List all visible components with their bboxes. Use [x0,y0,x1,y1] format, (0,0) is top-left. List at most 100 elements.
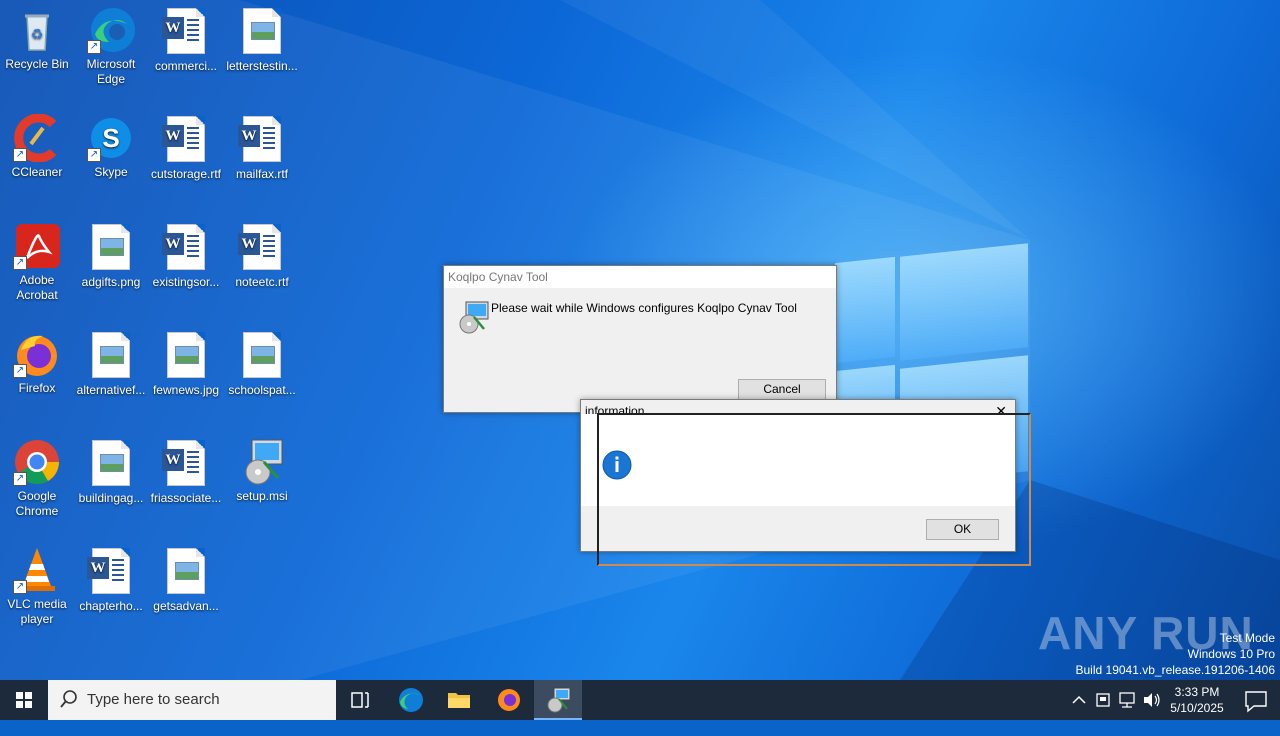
desktop-icon-commerci[interactable]: W commerci... [149,6,223,74]
image-file-icon [162,548,210,596]
show-hidden-icons[interactable] [1068,680,1090,720]
desktop-icon-firefox[interactable]: ↗ Firefox [0,330,74,396]
edge-icon: ↗ [87,6,135,54]
chrome-icon: ↗ [13,438,61,486]
icon-label: Google Chrome [15,489,59,518]
icon-label: buildingag... [78,491,144,505]
icon-label: existingsor... [152,275,220,289]
shortcut-arrow-icon: ↗ [87,148,101,162]
taskbar-edge[interactable] [388,680,434,720]
installer-message: Please wait while Windows configures Koq… [491,301,797,315]
icon-label: letterstestin... [226,59,298,73]
icon-label: cutstorage.rtf [150,167,222,181]
firefox-icon: ↗ [13,330,61,378]
network-icon [1119,692,1135,708]
task-view-icon [351,692,369,708]
desktop-icon-friassociate[interactable]: W friassociate... [149,438,223,506]
desktop-icon-skype[interactable]: S ↗ Skype [74,114,148,180]
word-document-icon: W [162,116,210,164]
notification-icon [1245,691,1267,713]
icon-label: adgifts.png [81,275,141,289]
installer-dialog-title[interactable]: Koqlpo Cynav Tool [444,266,836,288]
desktop-icon-ccleaner[interactable]: ↗ CCleaner [0,113,74,180]
desktop-icon-fewnews[interactable]: fewnews.jpg [149,330,223,398]
desktop-icon-microsoft-edge[interactable]: ↗ Microsoft Edge [74,6,148,87]
word-document-icon: W [87,548,135,596]
desktop-icon-setup-msi[interactable]: setup.msi [225,438,299,504]
desktop: ♻ Recycle Bin ↗ Microsoft Edge W commerc… [0,0,1280,680]
desktop-icon-cutstorage[interactable]: W cutstorage.rtf [149,114,223,182]
desktop-icon-chapterho[interactable]: W chapterho... [74,546,148,614]
desktop-icon-adgifts[interactable]: adgifts.png [74,222,148,290]
adobe-acrobat-icon: ↗ [13,222,61,270]
word-document-icon: W [238,224,286,272]
taskbar-file-explorer[interactable] [436,680,482,720]
clock-date: 5/10/2025 [1170,701,1224,715]
icon-label: commerci... [154,59,217,73]
ccleaner-icon: ↗ [13,113,61,163]
taskbar-search-box[interactable]: Type here to search [48,680,336,720]
edge-icon [399,688,423,712]
taskbar: Type here to search 3:33 PM 5/10/2025 [0,680,1280,720]
taskbar-firefox[interactable] [486,680,532,720]
ok-button[interactable]: OK [926,519,999,540]
desktop-icon-google-chrome[interactable]: ↗ Google Chrome [0,438,74,519]
icon-label: chapterho... [79,599,143,613]
desktop-icon-adobe-acrobat[interactable]: ↗ Adobe Acrobat [0,222,74,303]
installer-icon [456,301,490,335]
taskbar-installer-active[interactable] [534,680,582,720]
info-icon [602,450,632,480]
icon-label: CCleaner [11,165,63,179]
desktop-icon-recycle-bin[interactable]: ♻ Recycle Bin [0,6,74,72]
shortcut-arrow-icon: ↗ [13,148,27,162]
desktop-icon-existingsor[interactable]: W existingsor... [149,222,223,290]
watermark-line2: Windows 10 Pro [1187,647,1275,661]
image-file-icon [162,332,210,380]
vlc-cone-icon: ↗ [13,546,61,594]
desktop-icon-vlc[interactable]: ↗ VLC media player [0,546,74,627]
watermark-line1: Test Mode [1219,631,1275,645]
icon-label: Firefox [18,381,56,395]
svg-text:S: S [102,123,119,153]
tray-clock[interactable]: 3:33 PM 5/10/2025 [1164,680,1230,720]
desktop-icon-alternativef[interactable]: alternativef... [74,330,148,398]
icon-label: schoolspat... [228,383,296,397]
icon-label: noteetc.rtf [235,275,289,289]
folder-icon [448,693,470,708]
image-file-icon [87,224,135,272]
firefox-icon [498,689,520,711]
action-center-button[interactable] [1232,680,1280,720]
chevron-up-icon [1072,695,1086,704]
desktop-icon-schoolspat[interactable]: schoolspat... [225,330,299,398]
image-file-icon [87,332,135,380]
recycle-bin-icon: ♻ [13,6,61,54]
icon-label: Skype [94,165,128,179]
task-view-button[interactable] [338,680,382,720]
image-file-icon [87,440,135,488]
information-dialog-title[interactable]: information [581,400,1015,418]
icon-label: friassociate... [150,491,222,505]
icon-label: getsadvan... [153,599,219,613]
test-mode-watermark: Test Mode Windows 10 Pro Build 19041.vb_… [1060,630,1276,678]
icon-label: mailfax.rtf [235,167,288,181]
tray-network[interactable] [1116,680,1138,720]
desktop-icon-buildingag[interactable]: buildingag... [74,438,148,506]
desktop-icon-mailfax[interactable]: W mailfax.rtf [225,114,299,182]
word-document-icon: W [162,440,210,488]
tray-volume[interactable] [1140,680,1162,720]
start-button[interactable] [0,680,48,720]
message-area [581,414,1015,506]
tray-device[interactable] [1093,680,1113,720]
icon-label: alternativef... [76,383,146,397]
desktop-icon-letterstestin[interactable]: letterstestin... [225,6,299,74]
icon-label: Recycle Bin [5,57,69,71]
word-document-icon: W [162,8,210,56]
shortcut-arrow-icon: ↗ [13,580,27,594]
msi-installer-icon [238,438,286,486]
desktop-icon-noteetc[interactable]: W noteetc.rtf [225,222,299,290]
icon-label: setup.msi [236,489,288,503]
shortcut-arrow-icon: ↗ [13,256,27,270]
shortcut-arrow-icon: ↗ [13,472,27,486]
desktop-icon-getsadvan[interactable]: getsadvan... [149,546,223,614]
cancel-button[interactable]: Cancel [738,379,826,400]
